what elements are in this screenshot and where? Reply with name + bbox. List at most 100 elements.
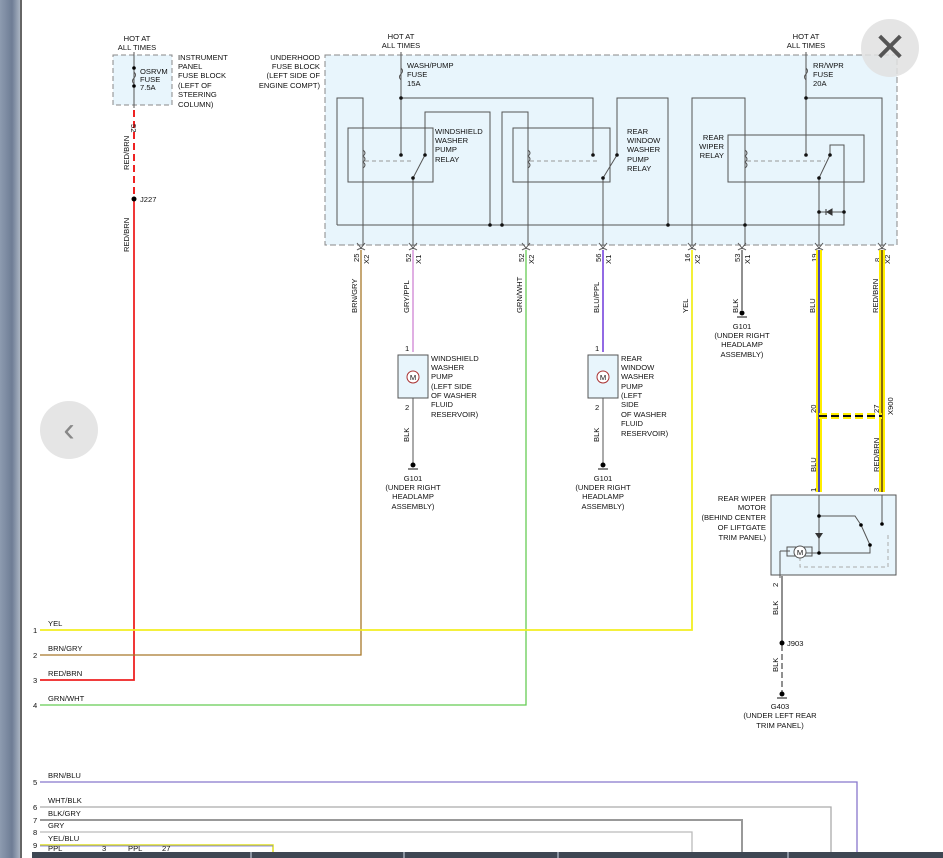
red-brn-circuit: 52 RED/BRN J227 RED/BRN bbox=[40, 110, 156, 681]
wire-grn-wht bbox=[40, 250, 527, 706]
pin-number: 16 bbox=[683, 254, 692, 262]
svg-text:RELAY: RELAY bbox=[435, 155, 459, 164]
row-wire-label: BRN/BLU bbox=[48, 771, 81, 780]
svg-text:BLK: BLK bbox=[771, 601, 780, 615]
wire-color-label: BLU bbox=[808, 298, 817, 313]
svg-text:OF WASHER: OF WASHER bbox=[431, 391, 477, 400]
instrument-panel-fuse-block: HOT AT ALL TIMES OSRVMFUSE7.5A INSTRUMEN… bbox=[112, 34, 228, 109]
svg-text:WINDOW: WINDOW bbox=[627, 136, 661, 145]
row-wire-label: GRN/WHT bbox=[48, 694, 85, 703]
svg-text:MOTOR: MOTOR bbox=[738, 503, 767, 512]
svg-text:G403: G403 bbox=[771, 702, 790, 711]
pin-number: 53 bbox=[733, 254, 742, 262]
rear-wiper-motor: M 1 3 REAR WIPERMOTOR(BEHIND CENTEROF LIF… bbox=[701, 488, 897, 730]
svg-text:RR/WPR: RR/WPR bbox=[813, 61, 844, 70]
row-labels: 1 YEL 2 BRN/GRY 3 RED/BRN 4 GRN/WHT 5 BRN/BLU 6 WHT… bbox=[33, 619, 85, 850]
g101-ground: G101(UNDER RIGHTHEADLAMPASSEMBLY) bbox=[714, 310, 770, 359]
svg-text:M: M bbox=[600, 373, 606, 382]
svg-text:(LEFT SIDE OF: (LEFT SIDE OF bbox=[267, 71, 321, 80]
svg-text:1: 1 bbox=[595, 344, 599, 353]
previous-button[interactable]: ‹ bbox=[40, 401, 98, 459]
connector-id: X2 bbox=[527, 255, 536, 264]
svg-text:HOT AT: HOT AT bbox=[793, 32, 820, 41]
svg-text:(LEFT SIDE: (LEFT SIDE bbox=[431, 382, 472, 391]
row-wire-label: GRY bbox=[48, 821, 64, 830]
svg-text:ALL TIMES: ALL TIMES bbox=[382, 41, 420, 50]
connector-id: X2 bbox=[693, 255, 702, 264]
svg-text:REAR: REAR bbox=[627, 127, 649, 136]
ground-icon bbox=[410, 462, 416, 468]
bottom-toolbar bbox=[32, 852, 943, 858]
hot-label: ALL TIMES bbox=[118, 43, 156, 52]
hot-label: HOT AT bbox=[124, 34, 151, 43]
chevron-left-icon: ‹ bbox=[63, 410, 75, 449]
row-wire-label: BRN/GRY bbox=[48, 644, 82, 653]
connector-id: X1 bbox=[414, 255, 423, 264]
svg-text:1: 1 bbox=[405, 344, 409, 353]
row-number: 5 bbox=[33, 778, 37, 787]
svg-text:PANEL: PANEL bbox=[178, 62, 202, 71]
close-button[interactable]: ✕ bbox=[861, 19, 919, 77]
svg-text:(UNDER LEFT REAR: (UNDER LEFT REAR bbox=[743, 711, 817, 720]
splice-j227 bbox=[131, 196, 137, 202]
underhood-fuse-block: UNDERHOODFUSE BLOCK(LEFT SIDE OFENGINE C… bbox=[259, 32, 898, 246]
svg-text:UNDERHOOD: UNDERHOOD bbox=[270, 53, 320, 62]
connector-pins: 25 X2BRN/GRY52 X1GRY/PPL52 X2GRN/WHT56 X1BLU… bbox=[350, 242, 892, 313]
row-wire-label: YEL bbox=[48, 619, 62, 628]
svg-text:(LEFT: (LEFT bbox=[621, 391, 642, 400]
svg-text:REAR: REAR bbox=[703, 133, 725, 142]
svg-text:HEADLAMP: HEADLAMP bbox=[721, 340, 763, 349]
svg-text:WASHER: WASHER bbox=[431, 363, 465, 372]
svg-text:27: 27 bbox=[872, 405, 881, 413]
row-number: 7 bbox=[33, 816, 37, 825]
svg-text:FUSE: FUSE bbox=[407, 70, 427, 79]
svg-text:J903: J903 bbox=[787, 639, 803, 648]
svg-text:52: 52 bbox=[129, 124, 138, 132]
svg-text:RED/BRN: RED/BRN bbox=[122, 218, 131, 252]
ground-icon bbox=[779, 691, 785, 697]
pin-number: 52 bbox=[404, 254, 413, 262]
close-icon: ✕ bbox=[873, 26, 907, 70]
pin-number: 52 bbox=[517, 254, 526, 262]
windshield-washer-pump: M 1 2 WINDSHIELDWASHERPUMP(LEFT SIDEOF WA… bbox=[385, 344, 479, 511]
svg-text:2: 2 bbox=[771, 583, 780, 587]
svg-text:M: M bbox=[797, 548, 803, 557]
svg-text:REAR: REAR bbox=[621, 354, 643, 363]
svg-text:TRIM PANEL): TRIM PANEL) bbox=[756, 721, 804, 730]
svg-text:(UNDER RIGHT: (UNDER RIGHT bbox=[714, 331, 770, 340]
svg-text:FUSE: FUSE bbox=[813, 70, 833, 79]
splice-j903 bbox=[779, 640, 785, 646]
ground-icon bbox=[600, 462, 606, 468]
row-wire-label: WHT/BLK bbox=[48, 796, 82, 805]
svg-text:WIPER: WIPER bbox=[699, 142, 724, 151]
svg-text:RESERVOIR): RESERVOIR) bbox=[431, 410, 479, 419]
row-number: 3 bbox=[33, 676, 37, 685]
pin-number: 56 bbox=[594, 254, 603, 262]
svg-text:BLU: BLU bbox=[809, 457, 818, 472]
svg-text:G101: G101 bbox=[404, 474, 423, 483]
svg-text:RELAY: RELAY bbox=[627, 164, 651, 173]
wire-color-label: GRY/PPL bbox=[402, 280, 411, 313]
svg-text:HOT AT: HOT AT bbox=[388, 32, 415, 41]
svg-text:WASHER: WASHER bbox=[627, 145, 661, 154]
row-wire-label: YEL/BLU bbox=[48, 834, 79, 843]
svg-text:3: 3 bbox=[872, 488, 881, 492]
svg-text:PUMP: PUMP bbox=[621, 382, 643, 391]
row-number: 9 bbox=[33, 841, 37, 850]
svg-text:G101: G101 bbox=[733, 322, 752, 331]
svg-text:ENGINE COMPT): ENGINE COMPT) bbox=[259, 81, 321, 90]
svg-text:2: 2 bbox=[595, 403, 599, 412]
svg-text:OF WASHER: OF WASHER bbox=[621, 410, 667, 419]
row-number: 2 bbox=[33, 651, 37, 660]
wire-color-label: YEL bbox=[681, 299, 690, 313]
toolbar-divider bbox=[557, 852, 559, 858]
svg-text:RESERVOIR): RESERVOIR) bbox=[621, 429, 669, 438]
svg-text:(LEFT OF: (LEFT OF bbox=[178, 81, 212, 90]
svg-text:7.5A: 7.5A bbox=[140, 83, 157, 92]
svg-text:ALL TIMES: ALL TIMES bbox=[787, 41, 825, 50]
svg-text:20: 20 bbox=[809, 405, 818, 413]
svg-text:WINDSHIELD: WINDSHIELD bbox=[431, 354, 479, 363]
svg-text:WASH/PUMP: WASH/PUMP bbox=[407, 61, 454, 70]
svg-text:RED/BRN: RED/BRN bbox=[122, 136, 131, 170]
svg-text:RED/BRN: RED/BRN bbox=[872, 438, 881, 472]
